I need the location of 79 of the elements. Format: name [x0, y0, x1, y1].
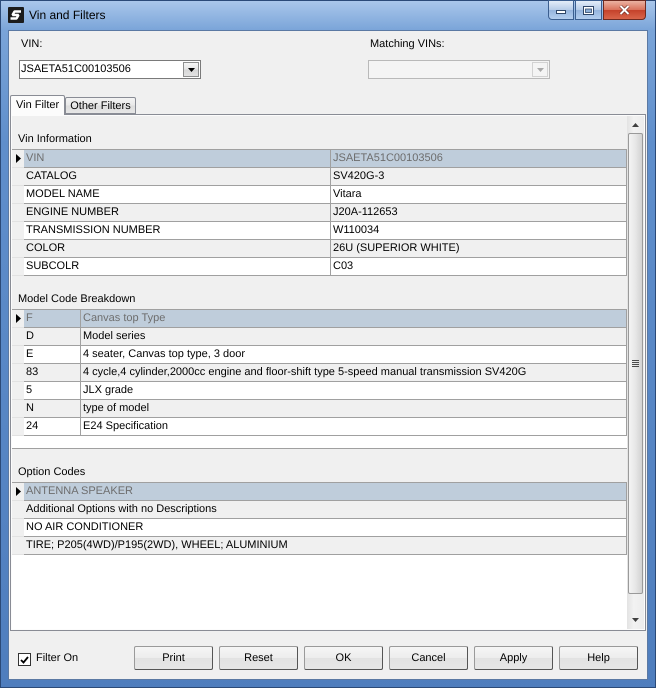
- caret-down-icon: [188, 68, 194, 72]
- row-header-cell[interactable]: [12, 519, 24, 537]
- table-row[interactable]: NO AIR CONDITIONER: [24, 519, 627, 537]
- table-cell-text: J20A-112653: [332, 205, 399, 220]
- table-cell-text: 26U (SUPERIOR WHITE): [332, 241, 461, 256]
- row-header-cell[interactable]: [12, 483, 24, 501]
- minimize-icon: [556, 10, 566, 14]
- table-row[interactable]: E 4 seater, Canvas top type, 3 door: [24, 346, 627, 364]
- table-cell: VIN: [24, 150, 331, 167]
- close-icon: [619, 5, 630, 15]
- reset-button[interactable]: Reset: [219, 646, 298, 670]
- table-cell: CATALOG: [24, 168, 331, 185]
- table-row[interactable]: 24 E24 Specification: [24, 418, 627, 436]
- table-row[interactable]: COLOR 26U (SUPERIOR WHITE): [24, 240, 627, 258]
- matching-vins-label: Matching VINs:: [370, 38, 445, 51]
- section-heading: Vin Information: [18, 133, 92, 145]
- scroll-down-arrow-icon[interactable]: [632, 618, 639, 622]
- dropdown-button[interactable]: [183, 62, 199, 77]
- table-row[interactable]: ENGINE NUMBER J20A-112653: [24, 204, 627, 222]
- help-button[interactable]: Help: [559, 646, 638, 670]
- cancel-button[interactable]: Cancel: [389, 646, 468, 670]
- maximize-icon: [583, 6, 594, 14]
- table-cell: F: [24, 310, 81, 327]
- table-cell-text: SV420G-3: [332, 169, 386, 184]
- scroll-up-arrow-icon[interactable]: [632, 123, 639, 127]
- table-cell-text: 4 seater, Canvas top type, 3 door: [82, 347, 246, 362]
- table-cell: 83: [24, 364, 81, 381]
- table-row[interactable]: SUBCOLR C03: [24, 258, 627, 276]
- table-cell-text: C03: [332, 259, 354, 274]
- table-row[interactable]: MODEL NAME Vitara: [24, 186, 627, 204]
- grip-icon: [632, 360, 639, 367]
- scrollbar-thumb[interactable]: [628, 133, 643, 594]
- tab[interactable]: Other Filters: [65, 97, 136, 114]
- table-cell-text: E24 Specification: [82, 419, 169, 434]
- table-cell-text: 4 cycle,4 cylinder,2000cc engine and floor-shift type 5-speed manual transmission SV420G: [82, 365, 528, 380]
- apply-button[interactable]: Apply: [474, 646, 553, 670]
- table-cell-text: JSAETA51C00103506: [332, 151, 444, 166]
- print-button[interactable]: Print: [134, 646, 213, 670]
- table-cell-text: Model series: [82, 329, 146, 344]
- section-heading: Option Codes: [18, 466, 86, 478]
- table-cell: 5: [24, 382, 81, 399]
- window-title: Vin and Filters: [29, 8, 106, 22]
- table-cell: COLOR: [24, 240, 331, 257]
- table-row[interactable]: 83 4 cycle,4 cylinder,2000cc engine and floor-shift type 5-speed manual transmission SV420G: [24, 364, 627, 382]
- table-row[interactable]: TIRE; P205(4WD)/P195(2WD), WHEEL; ALUMINIUM: [24, 537, 627, 555]
- filter-on-label[interactable]: Filter On: [36, 652, 78, 665]
- table-cell: MODEL NAME: [24, 186, 331, 203]
- table-cell: E: [24, 346, 81, 363]
- section-heading: Model Code Breakdown: [18, 293, 136, 305]
- checkmark-icon: [20, 656, 29, 664]
- table-row[interactable]: TRANSMISSION NUMBER W110034: [24, 222, 627, 240]
- table-cell: SUBCOLR: [24, 258, 331, 275]
- table-row[interactable]: D Model series: [24, 328, 627, 346]
- table-cell-text: W110034: [332, 223, 380, 238]
- table-cell-text: Canvas top Type: [82, 311, 166, 326]
- caret-down-icon: [536, 68, 544, 72]
- table-cell: ENGINE NUMBER: [24, 204, 331, 221]
- vin-label: VIN:: [21, 38, 42, 51]
- table-cell: 24: [24, 418, 81, 435]
- row-header-cell[interactable]: [12, 537, 24, 555]
- table-cell-text: Vitara: [332, 187, 363, 202]
- table-row[interactable]: N type of model: [24, 400, 627, 418]
- table-cell-text: type of model: [82, 401, 150, 416]
- close-button[interactable]: [603, 0, 646, 20]
- table-row[interactable]: 5 JLX grade: [24, 382, 627, 400]
- filter-on-checkbox[interactable]: [18, 653, 31, 666]
- table-row[interactable]: Additional Options with no Descriptions: [24, 501, 627, 519]
- table-cell: D: [24, 328, 81, 345]
- minimize-button[interactable]: [548, 0, 574, 20]
- table-cell: TRANSMISSION NUMBER: [24, 222, 331, 239]
- ok-button[interactable]: OK: [304, 646, 383, 670]
- app-logo-icon: [8, 7, 24, 23]
- table-cell: N: [24, 400, 81, 417]
- table-cell-text: JLX grade: [82, 383, 134, 398]
- maximize-button[interactable]: [575, 0, 602, 20]
- table-row[interactable]: CATALOG SV420G-3: [24, 168, 627, 186]
- row-header-cell[interactable]: [12, 501, 24, 519]
- tab[interactable]: Vin Filter: [10, 95, 66, 115]
- vin-combobox[interactable]: JSAETA51C00103506: [19, 60, 201, 79]
